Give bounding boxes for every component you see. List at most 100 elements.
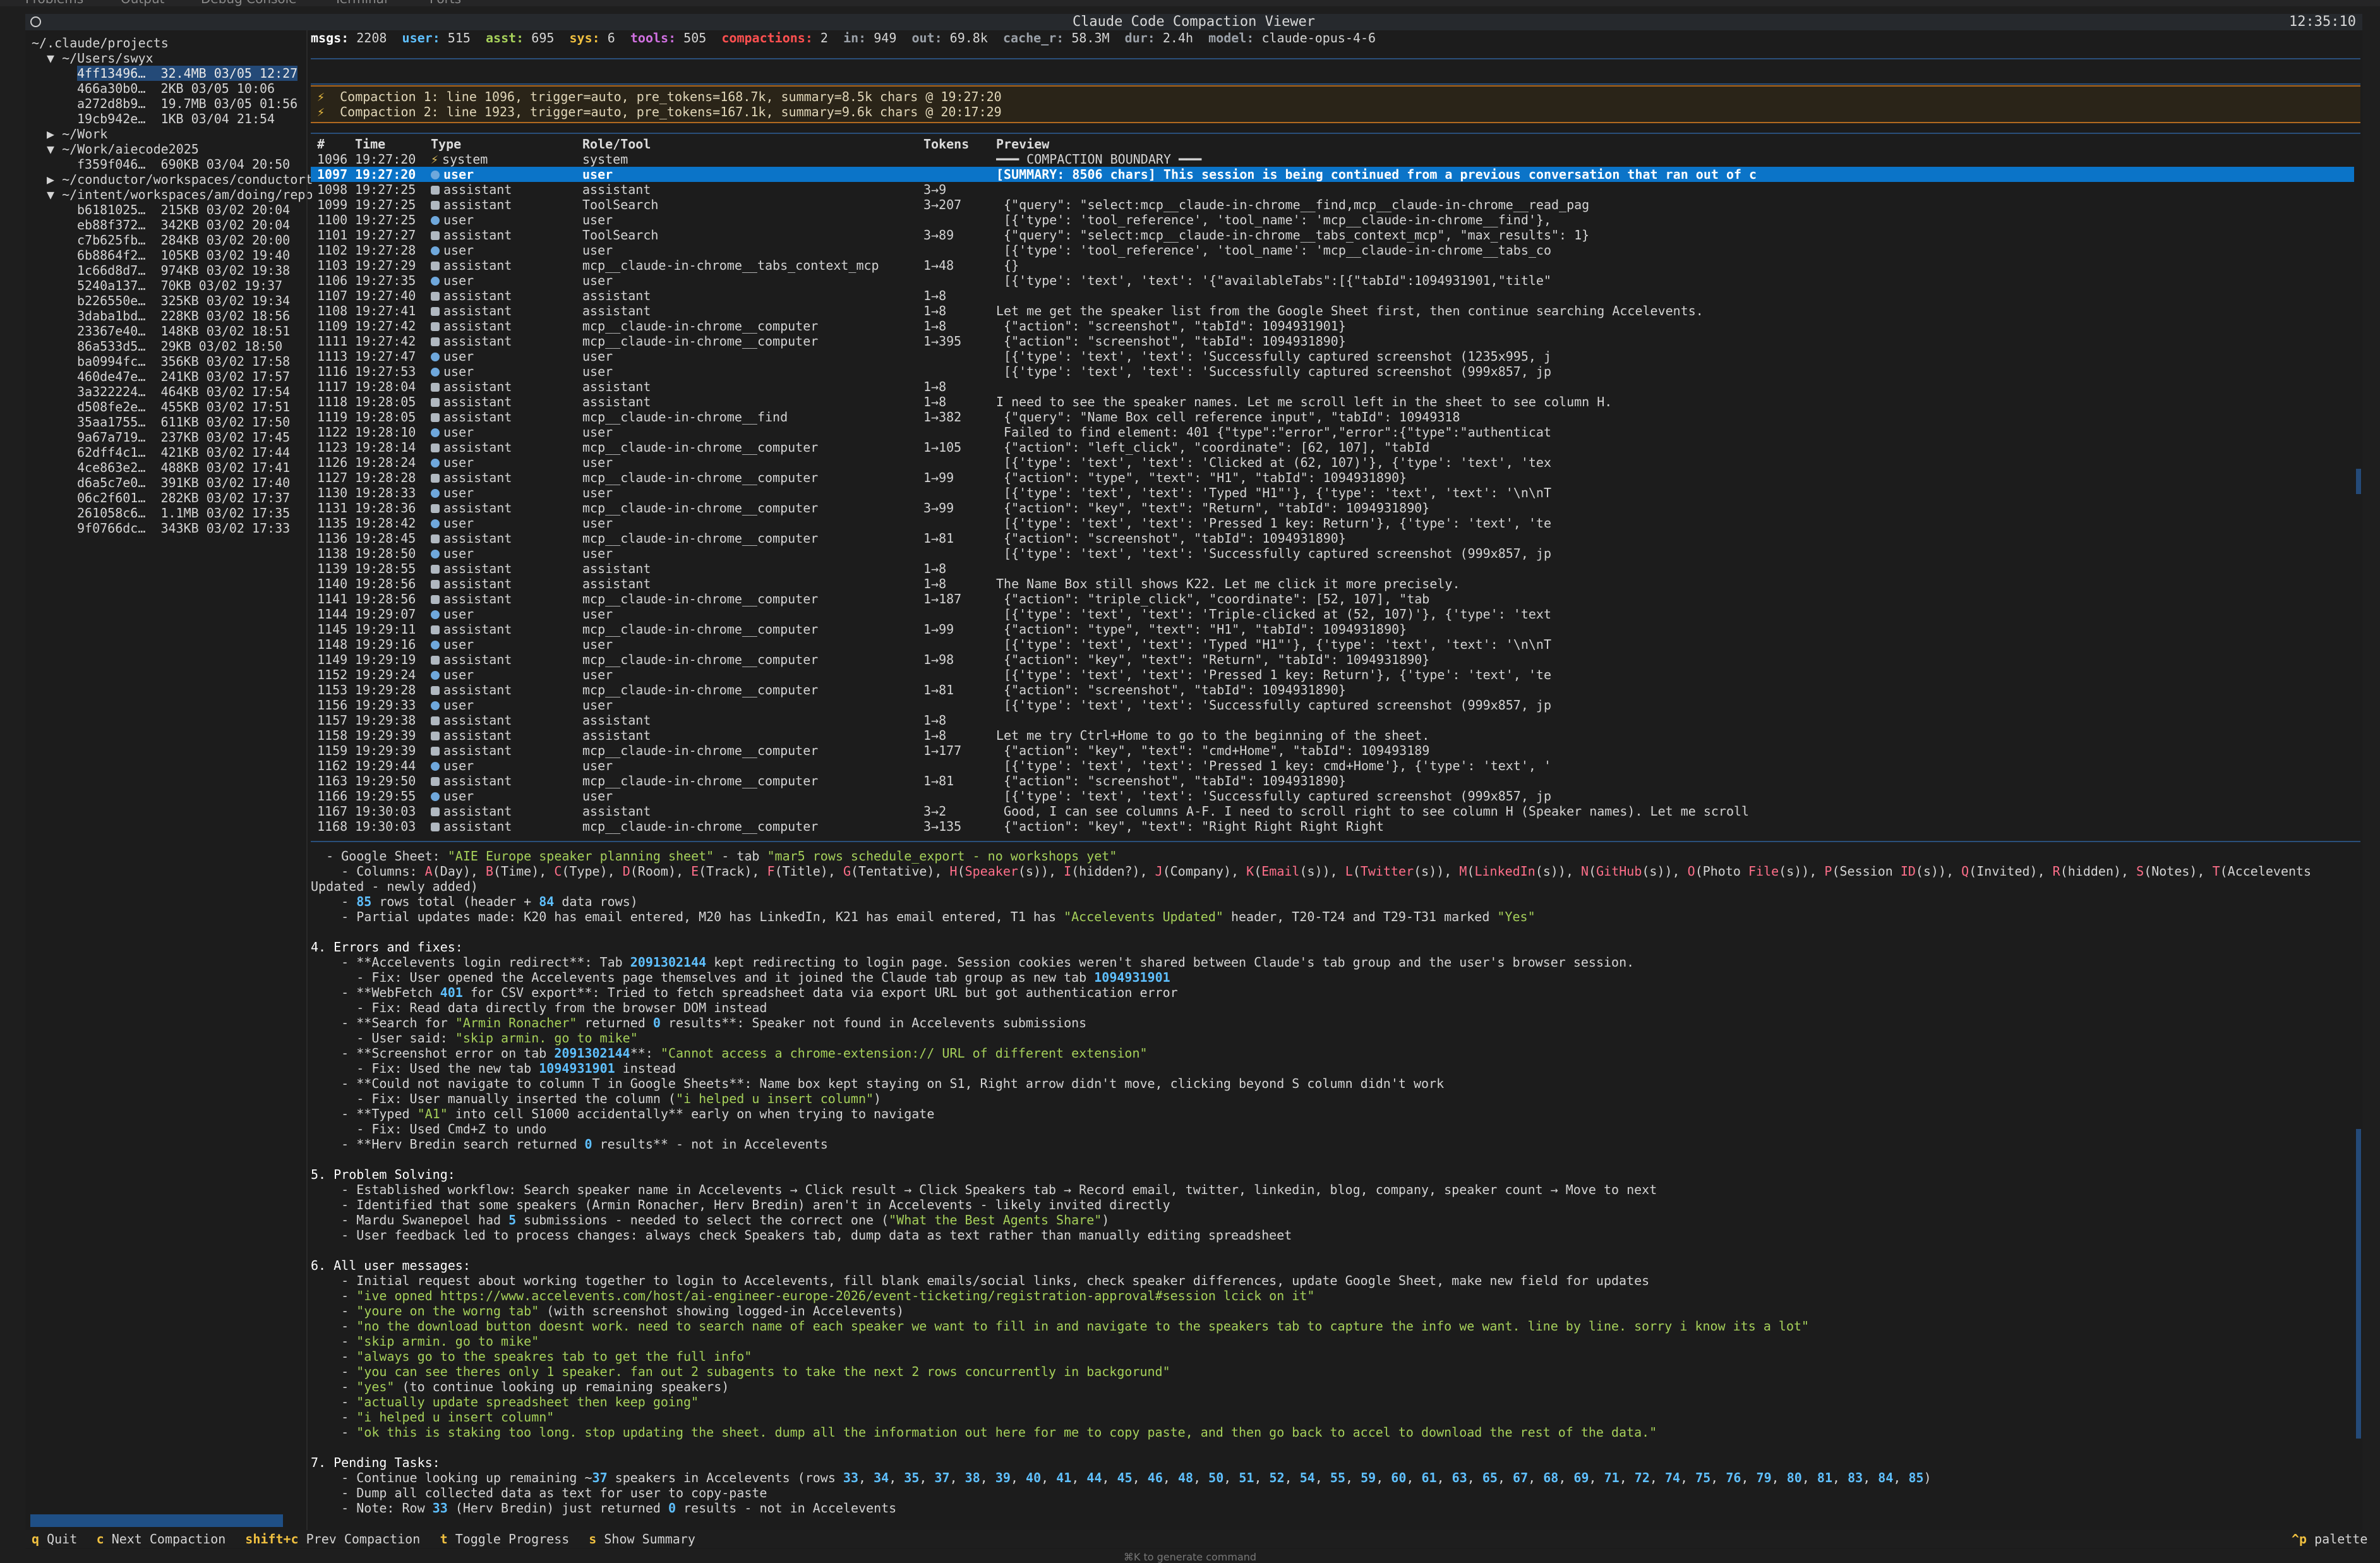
table-row[interactable]: 1118 19:28:05 assistant assistant 1→8 I need … — [311, 394, 2354, 409]
table-row[interactable]: 1108 19:27:41 assistant assistant 1→8 Let me … — [311, 303, 2354, 318]
keybinding-quit[interactable]: q Quit — [32, 1531, 77, 1547]
keybinding-prev-compaction[interactable]: shift+c Prev Compaction — [245, 1531, 420, 1547]
tree-item[interactable]: 62dff4c1… 421KB 03/02 17:44 — [77, 445, 290, 460]
tree-item-selected[interactable]: 4ff13496… 32.4MB 03/05 12:27 — [77, 66, 298, 81]
table-row[interactable]: 1103 19:27:29 assistant mcp__claude-in-chro… — [311, 258, 2354, 273]
tree-item[interactable]: 06c2f601… 282KB 03/02 17:37 — [77, 490, 290, 505]
table-row[interactable]: 1113 19:27:47 user user [{'type': 'text', '… — [311, 349, 2354, 364]
table-row[interactable]: 1107 19:27:40 assistant assistant 1→8 — [311, 288, 2354, 303]
table-row[interactable]: 1117 19:28:04 assistant assistant 1→8 — [311, 379, 2354, 394]
vscode-tab[interactable]: Output — [121, 0, 164, 6]
table-row[interactable]: 1130 19:28:33 user user [{'type': 'text', '… — [311, 485, 2354, 500]
table-row[interactable]: 1116 19:27:53 user user [{'type': 'text', '… — [311, 364, 2354, 379]
table-row-selected[interactable]: 1097 19:27:20 user user [SUMMARY: 8506 chars… — [311, 167, 2354, 182]
compaction-entry[interactable]: ⚡ Compaction 1: line 1096, trigger=auto,… — [317, 89, 1002, 104]
table-row[interactable]: 1144 19:29:07 user user [{'type': 'text', '… — [311, 606, 2354, 622]
tree-item[interactable]: d6a5c7e0… 391KB 03/02 17:40 — [77, 475, 290, 490]
keybinding-next-compaction[interactable]: c Next Compaction — [97, 1531, 226, 1547]
compaction-entry[interactable]: ⚡ Compaction 2: line 1923, trigger=auto,… — [317, 104, 1002, 119]
table-row[interactable]: 1163 19:29:50 assistant mcp__claude-in-chro… — [311, 773, 2354, 788]
tree-item[interactable]: ba0994fc… 356KB 03/02 17:58 — [77, 354, 290, 369]
table-row[interactable]: 1100 19:27:25 user user [{'type': 'tool_ref… — [311, 212, 2354, 227]
table-row[interactable]: 1109 19:27:42 assistant mcp__claude-in-chro… — [311, 318, 2354, 334]
col-header-num[interactable]: # — [317, 136, 355, 152]
tree-item[interactable]: eb88f372… 342KB 03/02 20:04 — [77, 217, 290, 232]
table-row[interactable]: 1159 19:29:39 assistant mcp__claude-in-chro… — [311, 743, 2354, 758]
tree-item[interactable]: d508fe2e… 455KB 03/02 17:51 — [77, 399, 290, 414]
table-row[interactable]: 1153 19:29:28 assistant mcp__claude-in-chro… — [311, 682, 2354, 697]
table-row[interactable]: 1138 19:28:50 user user [{'type': 'text', '… — [311, 546, 2354, 561]
table-row[interactable]: 1135 19:28:42 user user [{'type': 'text', '… — [311, 516, 2354, 531]
table-row[interactable]: 1127 19:28:28 assistant mcp__claude-in-chro… — [311, 470, 2354, 485]
table-row[interactable]: 1098 19:27:25 assistant assistant 3→9 — [311, 182, 2354, 197]
tree-item[interactable]: 1c66d8d7… 974KB 03/02 19:38 — [77, 263, 290, 278]
col-header-type[interactable]: Type — [431, 136, 582, 152]
table-row[interactable]: 1139 19:28:55 assistant assistant 1→8 — [311, 561, 2354, 576]
table-row[interactable]: 1156 19:29:33 user user [{'type': 'text', '… — [311, 697, 2354, 713]
vscode-tab[interactable]: Ports — [430, 0, 461, 6]
table-row[interactable]: 1145 19:29:11 assistant mcp__claude-in-chro… — [311, 622, 2354, 637]
table-row[interactable]: 1136 19:28:45 assistant mcp__claude-in-chro… — [311, 531, 2354, 546]
tree-item[interactable]: b6181025… 215KB 03/02 20:04 — [77, 202, 290, 217]
table-row[interactable]: 1101 19:27:27 assistant ToolSearch 3→89 {"qu… — [311, 227, 2354, 243]
sidebar-scrollbar[interactable] — [30, 1514, 283, 1527]
table-row[interactable]: 1157 19:29:38 assistant assistant 1→8 — [311, 713, 2354, 728]
tree-item[interactable]: 6b8864f2… 105KB 03/02 19:40 — [77, 248, 290, 263]
table-row[interactable]: 1141 19:28:56 assistant mcp__claude-in-chro… — [311, 591, 2354, 606]
tree-item[interactable]: 3a322224… 464KB 03/02 17:54 — [77, 384, 290, 399]
table-scrollbar[interactable] — [2356, 469, 2361, 494]
tree-item[interactable]: ▼ ~/Work/aiecode2025 — [47, 142, 199, 157]
tree-item[interactable]: 4ce863e2… 488KB 03/02 17:41 — [77, 460, 290, 475]
tree-item[interactable]: ▶ ~/conductor/workspaces/conductort — [47, 172, 313, 187]
col-header-role[interactable]: Role/Tool — [582, 136, 923, 152]
tree-item[interactable]: ▼ ~/intent/workspaces/am/doing/repo — [47, 187, 313, 202]
tree-item[interactable]: 86a533d5… 29KB 03/02 18:50 — [77, 339, 282, 354]
tree-item[interactable]: 23367e40… 148KB 03/02 18:51 — [77, 323, 290, 339]
tree-item[interactable]: 261058c6… 1.1MB 03/02 17:35 — [77, 505, 290, 521]
table-row[interactable]: 1111 19:27:42 assistant mcp__claude-in-chro… — [311, 334, 2354, 349]
table-row[interactable]: 1148 19:29:16 user user [{'type': 'text', '… — [311, 637, 2354, 652]
col-header-time[interactable]: Time — [355, 136, 431, 152]
tree-item[interactable]: ▶ ~/Work — [47, 126, 107, 142]
table-row[interactable]: 1158 19:29:39 assistant assistant 1→8 Let me … — [311, 728, 2354, 743]
keybinding-show-summary[interactable]: s Show Summary — [589, 1531, 695, 1547]
tree-item[interactable]: b226550e… 325KB 03/02 19:34 — [77, 293, 290, 308]
tree-item[interactable]: 5240a137… 70KB 03/02 19:37 — [77, 278, 282, 293]
tree-item[interactable]: 9f0766dc… 343KB 03/02 17:33 — [77, 521, 290, 536]
table-row[interactable]: 1140 19:28:56 assistant assistant 1→8 The Nam… — [311, 576, 2354, 591]
table-row[interactable]: 1122 19:28:10 user user Failed to find elem… — [311, 425, 2354, 440]
tree-item[interactable]: 3daba1bd… 228KB 03/02 18:56 — [77, 308, 290, 323]
table-row[interactable]: 1152 19:29:24 user user [{'type': 'text', '… — [311, 667, 2354, 682]
command-palette-button[interactable]: ^p palette — [2292, 1531, 2367, 1547]
vscode-tab[interactable]: Problems — [25, 0, 83, 6]
summary-scrollbar[interactable] — [2356, 1129, 2361, 1439]
col-header-tokens[interactable]: Tokens — [923, 136, 993, 152]
table-row[interactable]: 1149 19:29:19 assistant mcp__claude-in-chro… — [311, 652, 2354, 667]
vscode-tab[interactable]: Terminal — [334, 0, 388, 6]
tree-item[interactable]: 19cb942e… 1KB 03/04 21:54 — [77, 111, 275, 126]
table-row[interactable]: 1102 19:27:28 user user [{'type': 'tool_ref… — [311, 243, 2354, 258]
table-row[interactable]: 1119 19:28:05 assistant mcp__claude-in-chro… — [311, 409, 2354, 425]
tree-item[interactable]: ~/.claude/projects — [32, 35, 169, 51]
table-row[interactable]: 1162 19:29:44 user user [{'type': 'text', '… — [311, 758, 2354, 773]
keybinding-toggle-progress[interactable]: t Toggle Progress — [440, 1531, 570, 1547]
table-row[interactable]: 1099 19:27:25 assistant ToolSearch 3→207 {"q… — [311, 197, 2354, 212]
tree-item[interactable]: 9a67a719… 237KB 03/02 17:45 — [77, 430, 290, 445]
col-header-preview[interactable]: Preview — [996, 136, 2354, 152]
tree-item[interactable]: ▼ ~/Users/swyx — [47, 51, 153, 66]
table-row[interactable]: 1106 19:27:35 user user [{'type': 'text', '… — [311, 273, 2354, 288]
tree-item[interactable]: f359f046… 690KB 03/04 20:50 — [77, 157, 290, 172]
vscode-tab[interactable]: Debug Console — [201, 0, 297, 6]
tree-item[interactable]: 460de47e… 241KB 03/02 17:57 — [77, 369, 290, 384]
table-row[interactable]: 1166 19:29:55 user user [{'type': 'text', '… — [311, 788, 2354, 804]
tree-item[interactable]: 35aa1755… 611KB 03/02 17:50 — [77, 414, 290, 430]
table-row[interactable]: 1126 19:28:24 user user [{'type': 'text', '… — [311, 455, 2354, 470]
table-row[interactable]: 1167 19:30:03 assistant assistant 3→2 Good, … — [311, 804, 2354, 819]
table-row[interactable]: 1131 19:28:36 assistant mcp__claude-in-chro… — [311, 500, 2354, 516]
table-row[interactable]: 1168 19:30:03 assistant mcp__claude-in-chro… — [311, 819, 2354, 834]
table-row[interactable]: 1123 19:28:14 assistant mcp__claude-in-chro… — [311, 440, 2354, 455]
tree-item[interactable]: 466a30b0… 2KB 03/05 10:06 — [77, 81, 275, 96]
table-row[interactable]: 1096 19:27:20 ⚡ system system ━━━ COMPACTION … — [311, 152, 2354, 167]
tree-item[interactable]: a272d8b9… 19.7MB 03/05 01:56 — [77, 96, 298, 111]
tree-item[interactable]: c7b625fb… 284KB 03/02 20:00 — [77, 232, 290, 248]
